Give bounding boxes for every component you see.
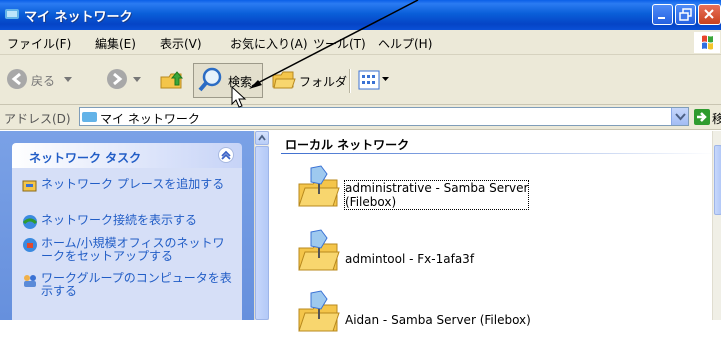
address-dropdown-button[interactable] (671, 108, 688, 125)
menu-help[interactable]: ヘルプ(H) (378, 35, 432, 52)
network-share-item[interactable]: administrative - Samba Server (Filebox) (295, 164, 715, 224)
share-name: admintool - Fx-1afa3f (345, 252, 475, 266)
network-folder-icon (298, 229, 340, 271)
back-arrow-icon (7, 69, 27, 89)
views-dropdown-icon (382, 77, 389, 81)
collapse-icon[interactable] (218, 147, 234, 163)
forward-arrow-icon (107, 69, 127, 89)
network-folder-icon (298, 165, 340, 207)
close-icon (704, 9, 714, 19)
scroll-thumb[interactable] (255, 146, 269, 320)
search-icon (198, 67, 222, 92)
network-share-item[interactable]: Aidan - Samba Server (Filebox) (295, 289, 715, 349)
views-icon (358, 70, 380, 90)
network-folder-icon (298, 290, 340, 332)
menu-file[interactable]: ファイル(F) (7, 35, 71, 52)
menu-edit[interactable]: 編集(E) (95, 35, 136, 52)
share-label: administrative - Samba Server (Filebox) (343, 180, 530, 210)
maximize-button[interactable] (675, 4, 696, 25)
restore-icon (679, 8, 692, 21)
window-title: マイ ネットワーク (24, 10, 133, 25)
network-share-item[interactable]: admintool - Fx-1afa3f (295, 228, 715, 288)
forward-dropdown-icon (133, 77, 141, 82)
network-tasks-title: ネットワーク タスク (29, 151, 142, 165)
menu-view[interactable]: 表示(V) (160, 35, 202, 52)
minimize-button[interactable] (652, 4, 673, 25)
minimize-icon (658, 17, 665, 19)
back-label: 戻る (31, 74, 56, 88)
title-bar: マイ ネットワーク (0, 0, 721, 30)
task-pane: ネットワーク タスク ネットワーク プレースを追加する ネットワーク接続を表示す… (0, 131, 254, 320)
address-input[interactable]: マイ ネットワーク (79, 107, 689, 126)
folders-icon (272, 71, 296, 89)
up-folder-icon[interactable] (159, 67, 185, 93)
search-button[interactable]: 検索 (193, 63, 263, 98)
folders-label: フォルダ (299, 75, 348, 89)
network-tasks-header[interactable]: ネットワーク タスク (12, 143, 242, 168)
add-place-icon (22, 180, 37, 192)
scroll-up-button[interactable] (255, 131, 269, 145)
close-button[interactable] (698, 4, 721, 25)
toolbar-separator (349, 69, 351, 93)
content-scrollbar[interactable] (712, 131, 721, 320)
group-divider (281, 153, 715, 154)
back-dropdown-icon (64, 77, 72, 82)
menu-favorites[interactable]: お気に入り(A) (230, 35, 308, 52)
windows-logo-icon (694, 32, 720, 53)
address-label: アドレス(D) (4, 112, 71, 126)
network-tasks-list: ネットワーク プレースを追加する ネットワーク接続を表示する ホーム/小規模オフ… (12, 168, 242, 320)
views-button[interactable] (358, 68, 390, 92)
back-button[interactable]: 戻る (6, 65, 76, 95)
task-label: ホーム/小規模オフィスのネットワークをセットアップする (41, 236, 225, 263)
share-host: (Filebox) (345, 195, 397, 209)
share-name: Aidan - Samba Server (Filebox) (345, 313, 531, 327)
search-label: 検索 (228, 75, 253, 89)
go-label[interactable]: 移動 (712, 110, 721, 127)
content-area: ローカル ネットワーク administrative - Samba Serve… (269, 131, 715, 332)
network-places-small-icon (82, 112, 97, 122)
chevron-down-icon (675, 113, 686, 121)
task-pane-scrollbar[interactable] (254, 131, 269, 320)
toolbar: 戻る 検索 フォルダ (0, 55, 721, 105)
folders-button[interactable]: フォルダ (270, 65, 347, 95)
workgroup-icon (24, 275, 36, 287)
menu-tools[interactable]: ツール(T) (313, 35, 366, 52)
network-connections-icon (22, 215, 38, 229)
network-places-icon (5, 9, 19, 19)
address-value: マイ ネットワーク (100, 112, 200, 126)
go-icon[interactable] (694, 109, 710, 125)
group-header: ローカル ネットワーク (285, 138, 410, 152)
share-name: administrative - Samba Server (345, 181, 529, 195)
task-label: ワークグループのコンピュータを表示する (41, 271, 232, 298)
forward-button[interactable] (106, 65, 144, 95)
menu-bar: ファイル(F) 編集(E) 表示(V) お気に入り(A) ツール(T) ヘルプ(… (0, 30, 721, 55)
task-label: ネットワーク プレースを追加する (41, 177, 225, 191)
task-label: ネットワーク接続を表示する (41, 213, 198, 227)
content-scroll-thumb[interactable] (714, 145, 721, 215)
home-network-icon (23, 238, 37, 252)
address-bar: アドレス(D) マイ ネットワーク 移動 (0, 105, 721, 130)
